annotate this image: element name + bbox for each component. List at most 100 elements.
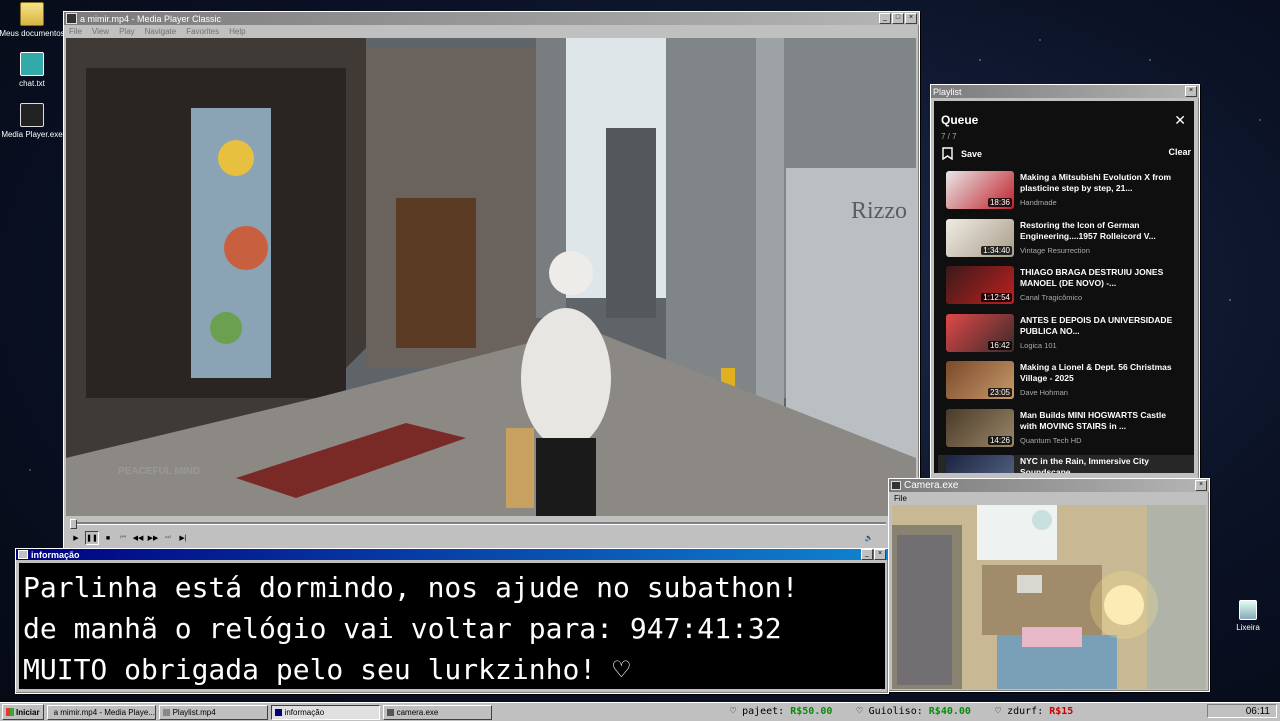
video-thumbnail: 14:26 bbox=[946, 409, 1014, 447]
save-label: Save bbox=[961, 148, 983, 159]
taskbar-button-camera[interactable]: camera.exe bbox=[382, 704, 492, 720]
start-button[interactable]: Iniciar bbox=[2, 704, 44, 720]
close-button[interactable]: × bbox=[874, 549, 886, 560]
info-line: Parlinha está dormindo, nos ajude no sub… bbox=[23, 571, 799, 604]
duration-badge: 23:05 bbox=[987, 388, 1012, 397]
queue-item-channel: Canal Tragicômico bbox=[1020, 293, 1083, 302]
info-window[interactable]: informação _ × Parlinha está dormindo, n… bbox=[15, 548, 889, 694]
info-message: Parlinha está dormindo, nos ajude no sub… bbox=[19, 563, 885, 689]
media-player-titlebar[interactable]: a mimir.mp4 - Media Player Classic _ □ × bbox=[64, 12, 919, 25]
play-icon[interactable]: ▶ bbox=[70, 532, 82, 544]
bookmark-icon bbox=[942, 147, 953, 160]
info-line: de manhã o relógio vai voltar para: 947:… bbox=[23, 612, 782, 645]
desktop-icon-my-documents[interactable]: Meus documentos bbox=[0, 2, 67, 38]
close-button[interactable]: × bbox=[1195, 480, 1207, 491]
close-button[interactable]: × bbox=[1185, 86, 1197, 97]
taskbar-button-playlist[interactable]: Playlist.mp4 bbox=[158, 704, 268, 720]
close-icon[interactable]: ✕ bbox=[1174, 113, 1186, 127]
store-sign-text: Rizzo bbox=[851, 198, 907, 224]
skip-back-icon[interactable]: ⏮ bbox=[117, 532, 129, 544]
duration-badge: 1:34:40 bbox=[981, 246, 1012, 255]
menu-help[interactable]: Help bbox=[229, 27, 245, 36]
seek-track[interactable] bbox=[70, 522, 886, 525]
menu-favorites[interactable]: Favorites bbox=[186, 27, 219, 36]
app-icon bbox=[66, 13, 77, 24]
donation-amount: R$15 bbox=[1049, 706, 1074, 717]
playlist-titlebar[interactable]: Playlist × bbox=[931, 85, 1199, 98]
menu-view[interactable]: View bbox=[92, 27, 109, 36]
rewind-icon[interactable]: ◀◀ bbox=[132, 532, 144, 544]
camera-app-icon bbox=[891, 481, 901, 490]
menu-navigate[interactable]: Navigate bbox=[145, 27, 177, 36]
donor-name: Guioliso: bbox=[868, 706, 923, 717]
folder-icon bbox=[20, 2, 44, 26]
menu-bar: File View Play Navigate Favorites Help bbox=[64, 25, 919, 37]
menu-file[interactable]: File bbox=[894, 494, 907, 503]
queue-item-current[interactable]: NYC in the Rain, Immersive City Soundsca… bbox=[938, 455, 1194, 473]
desktop-icon-label: chat.txt bbox=[19, 79, 45, 88]
camera-window-title: Camera.exe bbox=[904, 480, 959, 491]
queue-item[interactable]: 23:05 Making a Lionel & Dept. 56 Christm… bbox=[946, 361, 1194, 405]
windows-logo-icon bbox=[6, 708, 14, 716]
system-clock[interactable]: 06:11 bbox=[1207, 704, 1277, 718]
queue-item-title: Man Builds MINI HOGWARTS Castle with MOV… bbox=[1020, 410, 1166, 431]
clear-button[interactable]: Clear bbox=[1168, 147, 1191, 157]
camera-menu-bar: File bbox=[889, 492, 1209, 504]
seek-thumb[interactable] bbox=[70, 519, 77, 529]
menu-file[interactable]: File bbox=[69, 27, 82, 36]
media-player-icon bbox=[20, 103, 44, 127]
window-icon bbox=[162, 708, 170, 716]
task-label: a mimir.mp4 - Media Playe... bbox=[53, 707, 155, 717]
queue-item[interactable]: 1:12:54 THIAGO BRAGA DESTRUIU JONES MANO… bbox=[946, 266, 1194, 310]
recycle-bin-icon bbox=[1239, 600, 1257, 620]
minimize-button[interactable]: _ bbox=[879, 13, 891, 24]
text-file-icon bbox=[20, 52, 44, 76]
playlist-window-title: Playlist bbox=[933, 86, 962, 97]
duration-badge: 1:12:54 bbox=[981, 293, 1012, 302]
maximize-button[interactable]: □ bbox=[892, 13, 904, 24]
queue-item-channel: Handmade bbox=[1020, 198, 1057, 207]
queue-count: 7 / 7 bbox=[941, 132, 957, 141]
volume-icon[interactable]: 🔈 bbox=[863, 532, 875, 544]
queue-item-title: Making a Mitsubishi Evolution X from pla… bbox=[1020, 172, 1172, 193]
video-thumbnail: 1:12:54 bbox=[946, 266, 1014, 304]
queue-item[interactable]: 14:26 Man Builds MINI HOGWARTS Castle wi… bbox=[946, 409, 1194, 453]
fast-forward-icon[interactable]: ▶▶ bbox=[147, 532, 159, 544]
minimize-button[interactable]: _ bbox=[861, 549, 873, 560]
frame-step-icon[interactable]: ▶| bbox=[177, 532, 189, 544]
save-button[interactable]: Save bbox=[942, 147, 982, 160]
video-thumbnail: 16:42 bbox=[946, 314, 1014, 352]
camera-window[interactable]: Camera.exe × File bbox=[888, 478, 1210, 692]
seek-bar[interactable] bbox=[66, 518, 916, 529]
donor-name: zdurf: bbox=[1007, 706, 1044, 717]
queue-item[interactable]: 18:36 Making a Mitsubishi Evolution X fr… bbox=[946, 171, 1194, 215]
desktop-icon-label: Lixeira bbox=[1236, 623, 1260, 632]
taskbar-button-info[interactable]: informação bbox=[270, 704, 380, 720]
window-title: a mimir.mp4 - Media Player Classic bbox=[80, 13, 222, 24]
queue-item[interactable]: 1:34:40 Restoring the Icon of German Eng… bbox=[946, 219, 1194, 263]
queue-item-title: Restoring the Icon of German Engineering… bbox=[1020, 220, 1156, 241]
pause-icon[interactable]: ❚❚ bbox=[85, 531, 99, 545]
info-line: MUITO obrigada pelo seu lurkzinho! ♡ bbox=[23, 653, 630, 686]
desktop-icon-label: Media Player.exe bbox=[1, 130, 63, 139]
queue-panel: Queue 7 / 7 ✕ Save Clear 18:36 Making a … bbox=[934, 101, 1194, 473]
camera-titlebar[interactable]: Camera.exe × bbox=[889, 479, 1209, 492]
desktop-icon-media-player[interactable]: Media Player.exe bbox=[0, 103, 67, 139]
heart-icon: ♡ bbox=[995, 706, 1002, 717]
taskbar-button-media-player[interactable]: a mimir.mp4 - Media Playe... bbox=[46, 704, 156, 720]
video-frame[interactable]: Rizzo PEACEFUL MIND bbox=[66, 38, 916, 516]
playlist-window[interactable]: Playlist × Queue 7 / 7 ✕ Save Clear 18:3… bbox=[930, 84, 1200, 481]
desktop-icon-chat-txt[interactable]: chat.txt bbox=[0, 52, 67, 88]
app-icon bbox=[18, 550, 28, 559]
video-scene: Rizzo PEACEFUL MIND bbox=[66, 38, 916, 516]
info-titlebar[interactable]: informação _ × bbox=[16, 549, 888, 560]
window-icon bbox=[274, 708, 282, 716]
queue-item-title: Making a Lionel & Dept. 56 Christmas Vil… bbox=[1020, 362, 1172, 383]
close-button[interactable]: × bbox=[905, 13, 917, 24]
taskbar: Iniciar a mimir.mp4 - Media Playe... Pla… bbox=[0, 702, 1280, 721]
desktop-icon-recycle-bin[interactable]: Lixeira bbox=[1213, 600, 1280, 632]
menu-play[interactable]: Play bbox=[119, 27, 135, 36]
stop-icon[interactable]: ■ bbox=[102, 532, 114, 544]
queue-item[interactable]: 16:42 ANTES E DEPOIS DA UNIVERSIDADE PUB… bbox=[946, 314, 1194, 358]
skip-forward-icon[interactable]: ⏭ bbox=[162, 532, 174, 544]
